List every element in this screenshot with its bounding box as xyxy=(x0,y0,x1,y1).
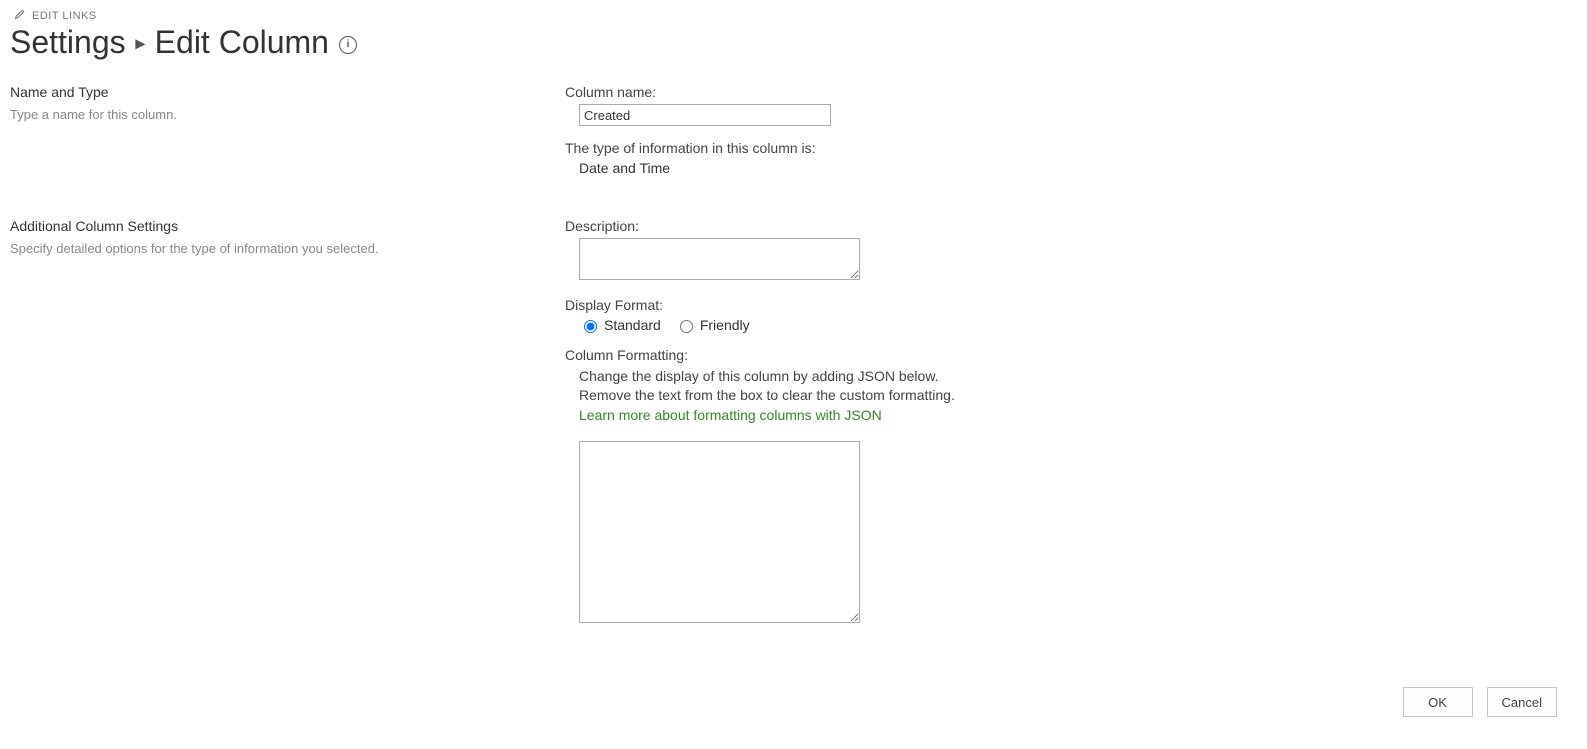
column-formatting-help1: Change the display of this column by add… xyxy=(579,367,1285,386)
column-name-label: Column name: xyxy=(565,84,1285,100)
section2-blurb: Specify detailed options for the type of… xyxy=(10,240,535,258)
column-formatting-help2: Remove the text from the box to clear th… xyxy=(579,386,1285,405)
pencil-icon xyxy=(14,8,26,23)
column-type-label: The type of information in this column i… xyxy=(565,140,1285,156)
section2-title: Additional Column Settings xyxy=(10,218,535,234)
breadcrumb-current: Edit Column xyxy=(155,25,329,60)
edit-links-label: EDIT LINKS xyxy=(32,10,97,22)
section1-title: Name and Type xyxy=(10,84,535,100)
radio-friendly[interactable]: Friendly xyxy=(675,317,750,333)
radio-standard[interactable]: Standard xyxy=(579,317,661,333)
column-type-value: Date and Time xyxy=(565,160,1285,176)
description-textarea[interactable] xyxy=(579,238,860,280)
edit-links-row[interactable]: EDIT LINKS xyxy=(14,8,1577,23)
display-format-label: Display Format: xyxy=(565,297,1285,313)
radio-friendly-label: Friendly xyxy=(700,317,750,333)
description-label: Description: xyxy=(565,218,1285,234)
ok-button[interactable]: OK xyxy=(1403,687,1473,717)
column-formatting-label: Column Formatting: xyxy=(565,347,1285,363)
cancel-button[interactable]: Cancel xyxy=(1487,687,1557,717)
breadcrumb-parent[interactable]: Settings xyxy=(10,25,126,60)
section1-blurb: Type a name for this column. xyxy=(10,106,535,124)
radio-friendly-input[interactable] xyxy=(680,320,693,333)
info-icon[interactable]: i xyxy=(339,36,357,54)
footer-button-row: OK Cancel xyxy=(1403,687,1557,717)
column-formatting-json-textarea[interactable] xyxy=(579,441,860,623)
radio-standard-label: Standard xyxy=(604,317,661,333)
breadcrumb: Settings ▸ Edit Column i xyxy=(10,25,1577,60)
section-name-and-type: Name and Type Type a name for this colum… xyxy=(10,84,1577,190)
radio-standard-input[interactable] xyxy=(584,320,597,333)
learn-more-link[interactable]: Learn more about formatting columns with… xyxy=(579,407,882,423)
section-additional-settings: Additional Column Settings Specify detai… xyxy=(10,218,1577,640)
breadcrumb-separator-icon: ▸ xyxy=(136,33,145,54)
column-name-input[interactable] xyxy=(579,104,831,126)
